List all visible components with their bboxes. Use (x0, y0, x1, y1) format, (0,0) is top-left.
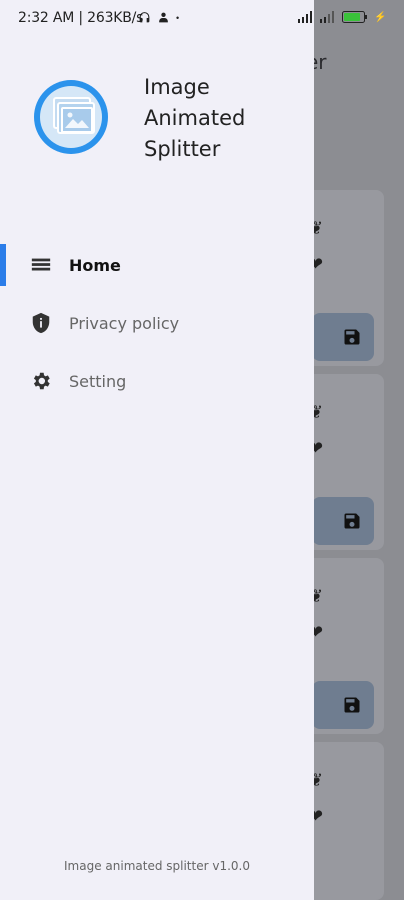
version-text: Image animated splitter v1.0.0 (64, 859, 250, 873)
save-icon (344, 697, 360, 713)
background-save-button (312, 681, 374, 729)
battery-icon (342, 11, 367, 23)
app-name-line: Splitter (144, 137, 221, 161)
save-icon (344, 513, 360, 529)
menu-lines-icon (31, 258, 51, 271)
app-name: Image Animated Splitter (144, 72, 294, 165)
signal-icon (298, 11, 312, 23)
image-stack-icon (53, 97, 95, 134)
app-name-line: Image (144, 75, 210, 99)
background-save-button (312, 497, 374, 545)
active-indicator (0, 244, 6, 286)
shield-info-icon (32, 312, 50, 334)
background-save-button (312, 313, 374, 361)
navigation-drawer: Image Animated Splitter Home Privacy pol… (0, 0, 314, 900)
drawer-item-label: Setting (69, 371, 127, 391)
drawer-item-home[interactable]: Home (0, 244, 314, 286)
app-name-line: Animated (144, 106, 246, 130)
app-logo (34, 80, 108, 154)
signal-icon-secondary (320, 11, 334, 23)
status-left-icons: • (138, 11, 179, 24)
drawer-item-label: Privacy policy (69, 313, 180, 333)
drawer-item-label: Home (69, 255, 121, 275)
status-time: 2:32 AM | 263KB/s (18, 10, 144, 26)
status-bar: 2:32 AM | 263KB/s • ⚡ (0, 0, 404, 36)
dot-icon: • (176, 12, 180, 23)
person-upload-icon (159, 12, 168, 23)
status-right-icons: ⚡ (298, 11, 386, 23)
drawer-item-setting[interactable]: Setting (0, 360, 314, 402)
headphones-icon (139, 12, 150, 23)
gear-icon (33, 372, 50, 390)
drawer-item-privacy-policy[interactable]: Privacy policy (0, 302, 314, 344)
charging-icon: ⚡ (374, 11, 387, 23)
save-icon (344, 329, 360, 345)
